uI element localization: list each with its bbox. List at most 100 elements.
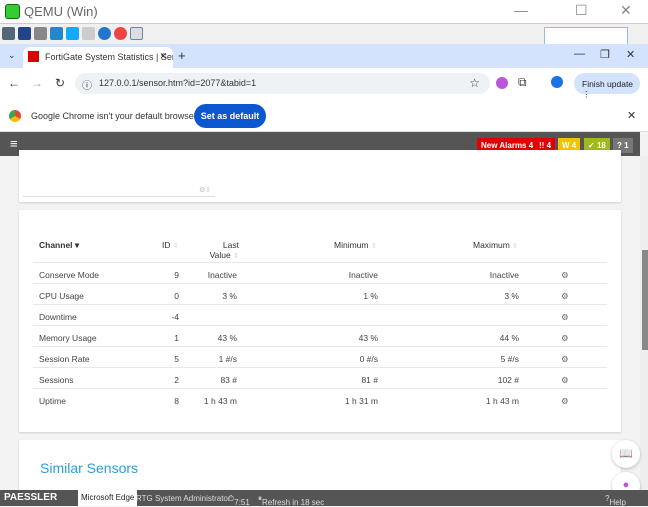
channel-name: Conserve Mode <box>39 270 100 280</box>
col-id[interactable]: ID ⇳ <box>162 240 179 250</box>
col-minimum[interactable]: Minimum ⇳ <box>334 240 377 250</box>
close-button[interactable]: ✕ <box>620 2 632 19</box>
channel-id: 5 <box>174 354 179 364</box>
infobar-close-icon[interactable]: ✕ <box>627 109 636 122</box>
user-name[interactable]: RTG System Administrator <box>136 494 231 503</box>
forward-icon[interactable]: → <box>31 76 43 90</box>
similar-sensors-heading: Similar Sensors <box>40 460 139 476</box>
window-title: QEMU (Win) <box>24 4 98 19</box>
table-row[interactable]: CPU Usage 0 3 % 1 % 3 % ⚙ <box>33 283 607 304</box>
refresh-icon[interactable] <box>50 27 63 40</box>
minimum-value: 1 h 31 m <box>344 396 378 406</box>
terminal-icon[interactable] <box>82 27 95 40</box>
maximum-value: 102 # <box>497 375 519 385</box>
channel-name: Downtime <box>39 312 77 322</box>
infobar-message: Google Chrome isn't your default browser <box>31 111 197 121</box>
col-last-value[interactable]: Last Value ⇳ <box>205 240 239 262</box>
settings-icon[interactable] <box>2 27 15 40</box>
channel-name: Sessions <box>39 375 74 385</box>
browser-restore-button[interactable]: ❐ <box>600 48 610 61</box>
maximum-value: 1 h 43 m <box>485 396 519 406</box>
col-channel[interactable]: Channel ▾ <box>39 240 79 251</box>
back-icon[interactable]: ← <box>8 76 20 90</box>
maximize-button[interactable]: ☐ <box>575 2 588 19</box>
extensions-icon[interactable]: ⧉ <box>518 75 527 90</box>
menu-icon[interactable]: ≡ <box>10 136 18 151</box>
channel-settings-icon[interactable]: ⚙ <box>561 291 569 302</box>
table-row[interactable]: Conserve Mode 9 Inactive Inactive Inactive ⚙ <box>33 262 607 283</box>
url-input[interactable]: ⓘ 127.0.0.1/sensor.htm?id=2077&tabid=1 ☆ <box>75 73 490 94</box>
qemu-toolbar <box>0 23 648 45</box>
channel-id: 2 <box>174 375 179 385</box>
finish-update-label: Finish update <box>582 79 634 89</box>
qemu-logo-icon <box>5 4 20 19</box>
last-value: 1 #/s <box>218 354 237 364</box>
last-value: 83 # <box>220 375 237 385</box>
minimize-button[interactable]: — <box>514 2 528 18</box>
tab-search-icon[interactable]: ⌄ <box>8 50 16 61</box>
channel-settings-icon[interactable]: ⚙ <box>561 333 569 344</box>
browser-close-button[interactable]: ✕ <box>626 48 635 61</box>
chrome-icon <box>9 110 21 122</box>
scrollbar-thumb[interactable] <box>642 250 648 350</box>
prtg-footer: PAESSLER Microsoft Edge RTG System Admin… <box>0 490 648 507</box>
channel-id: 8 <box>174 396 179 406</box>
similar-sensors-card: Similar Sensors <box>19 440 621 492</box>
download-icon[interactable] <box>130 27 143 40</box>
channel-settings-icon[interactable]: ⚙ <box>561 312 569 323</box>
tab-close-icon[interactable]: ✕ <box>159 51 167 62</box>
channel-settings-icon[interactable]: ⚙ <box>561 396 569 407</box>
browser-minimize-button[interactable]: — <box>574 48 585 60</box>
table-row[interactable]: Session Rate 5 1 #/s 0 #/s 5 #/s ⚙ <box>33 346 607 367</box>
channel-settings-icon[interactable]: ⚙ <box>561 375 569 386</box>
profile-icon[interactable] <box>551 76 563 88</box>
stop-icon[interactable] <box>114 27 127 40</box>
channel-id: -4 <box>171 312 179 322</box>
minimum-value: Inactive <box>348 270 378 280</box>
default-browser-infobar: Google Chrome isn't your default browser… <box>0 100 648 132</box>
channel-settings-icon[interactable]: ⚙ <box>561 270 569 281</box>
graph-card: ⚙⇩ <box>19 150 621 202</box>
url-text: 127.0.0.1/sensor.htm?id=2077&tabid=1 <box>99 78 257 88</box>
info-icon[interactable] <box>98 27 111 40</box>
fortigate-favicon-icon <box>28 51 39 62</box>
channel-settings-icon[interactable]: ⚙ <box>561 354 569 365</box>
help-link[interactable]: ? Help <box>605 494 626 507</box>
windows-icon[interactable] <box>66 27 79 40</box>
last-value: 1 h 43 m <box>203 396 237 406</box>
tab-strip: ⌄ FortiGate System Statistics | Sen ✕ + —… <box>0 44 648 68</box>
refresh-status[interactable]: ⏸ Refresh in 18 sec <box>258 494 324 507</box>
graph-divider <box>23 196 215 197</box>
reading-view-icon[interactable]: 📖 <box>612 440 640 468</box>
channel-id: 1 <box>174 333 179 343</box>
channel-name: Memory Usage <box>39 333 97 343</box>
finish-update-button[interactable]: Finish update ⋮ <box>574 73 640 99</box>
qemu-input[interactable] <box>544 27 628 45</box>
table-row[interactable]: Sessions 2 83 # 81 # 102 # ⚙ <box>33 367 607 388</box>
copilot-icon[interactable] <box>496 77 508 89</box>
channel-id: 9 <box>174 270 179 280</box>
maximum-value: 5 #/s <box>500 354 519 364</box>
table-row[interactable]: Uptime 8 1 h 43 m 1 h 31 m 1 h 43 m ⚙ <box>33 388 607 409</box>
gear-icon[interactable] <box>34 27 47 40</box>
bookmark-star-icon[interactable]: ☆ <box>469 76 480 90</box>
clock: ⏱ 7:51 <box>228 494 250 507</box>
tab-title: FortiGate System Statistics | Sen <box>45 52 173 62</box>
minimum-value: 43 % <box>358 333 378 343</box>
new-tab-button[interactable]: + <box>178 48 186 63</box>
maximum-value: Inactive <box>489 270 519 280</box>
set-as-default-button[interactable]: Set as default <box>194 104 266 128</box>
table-row[interactable]: Downtime -4 ⚙ <box>33 304 607 325</box>
last-value: Inactive <box>207 270 237 280</box>
channel-id: 0 <box>174 291 179 301</box>
fullscreen-icon[interactable] <box>18 27 31 40</box>
tab-active[interactable]: FortiGate System Statistics | Sen ✕ <box>23 47 173 68</box>
minimum-value: 0 #/s <box>359 354 378 364</box>
last-value: 3 % <box>222 291 237 301</box>
site-info-icon[interactable]: ⓘ <box>82 77 92 92</box>
col-maximum[interactable]: Maximum ⇳ <box>473 240 518 250</box>
table-row[interactable]: Memory Usage 1 43 % 43 % 44 % ⚙ <box>33 325 607 346</box>
reload-icon[interactable]: ↻ <box>55 76 65 90</box>
maximum-value: 3 % <box>504 291 519 301</box>
graph-settings-icon[interactable]: ⚙⇩ <box>199 186 211 194</box>
